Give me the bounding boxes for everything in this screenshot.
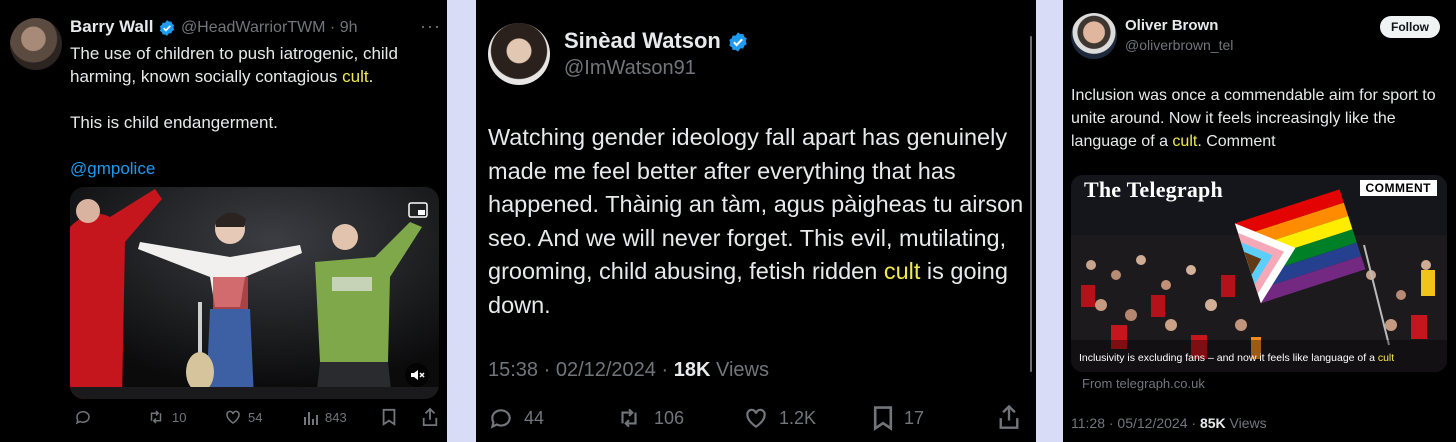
views-label: Views (710, 359, 769, 381)
author-line: Barry Wall @HeadWarriorTWM · 9h (70, 17, 358, 36)
like-icon (226, 410, 240, 424)
tweet-text: Watching gender ideology fall apart has … (488, 124, 1024, 318)
highlighted-word: cult (1172, 133, 1198, 150)
reply-icon (490, 409, 511, 429)
tweet-meta: 15:38 · 02/12/2024 · 18K Views (488, 359, 769, 382)
reply-icon (75, 410, 90, 425)
tweet-timestamp[interactable]: 15:38 · 02/12/2024 · (488, 359, 674, 381)
retweet-button[interactable]: 106 (614, 405, 684, 431)
bookmark-button[interactable]: 17 (872, 405, 924, 431)
scrollbar[interactable] (1030, 36, 1032, 372)
author-handle[interactable]: @oliverbrown_tel (1125, 37, 1233, 53)
bookmark-button[interactable] (381, 408, 397, 426)
reply-button[interactable] (74, 408, 98, 426)
tweet-barry-wall[interactable]: Barry Wall @HeadWarriorTWM · 9h ··· The … (0, 0, 447, 442)
bookmark-icon (873, 406, 893, 431)
picture-in-picture-icon[interactable] (407, 201, 429, 219)
link-card[interactable]: The Telegraph COMMENT Inclusivity is exc… (1071, 175, 1447, 372)
share-button[interactable] (421, 407, 439, 427)
reply-button[interactable]: 44 (488, 405, 544, 431)
card-image (1071, 175, 1447, 372)
verified-badge-icon (160, 19, 175, 36)
retweet-icon (150, 410, 162, 424)
tweet-video[interactable] (70, 187, 439, 399)
tweet-oliver-brown[interactable]: Oliver Brown @oliverbrown_tel Follow Inc… (1063, 0, 1456, 442)
like-icon (746, 408, 766, 428)
card-caption: Inclusivity is excluding fans – and now … (1079, 352, 1395, 364)
tweet-text: Inclusion was once a commendable aim for… (1071, 87, 1436, 150)
tweet-text: The use of children to push iatrogenic, … (70, 44, 398, 178)
views-button[interactable]: 843 (303, 408, 347, 426)
share-icon (422, 407, 438, 426)
video-frame (70, 187, 439, 399)
avatar[interactable] (488, 23, 550, 85)
follow-button[interactable]: Follow (1380, 16, 1440, 38)
card-source[interactable]: From telegraph.co.uk (1082, 376, 1205, 391)
highlighted-word: cult (883, 258, 921, 284)
share-button[interactable] (997, 404, 1021, 430)
author-name[interactable]: Oliver Brown (1125, 17, 1218, 34)
verified-badge-icon (729, 32, 747, 52)
retweet-icon (621, 408, 637, 428)
share-icon (999, 404, 1019, 429)
views-label: Views (1225, 415, 1267, 431)
views-count: 85K (1199, 415, 1226, 431)
more-icon[interactable]: ··· (420, 16, 441, 37)
author-handle[interactable]: @HeadWarriorTWM (181, 19, 326, 36)
tweet-sinead-watson[interactable]: Sinèad Watson @ImWatson91 Watching gende… (476, 0, 1036, 442)
tweet-time[interactable]: 9h (340, 19, 358, 36)
tweet-timestamp[interactable]: 11:28 · 05/12/2024 · (1071, 415, 1200, 431)
bookmark-icon (382, 408, 396, 426)
avatar[interactable] (1071, 13, 1117, 59)
like-button[interactable]: 1.2K (743, 405, 816, 431)
author-name[interactable]: Sinèad Watson (564, 28, 721, 53)
author-line: Sinèad Watson (564, 28, 749, 54)
card-logo: The Telegraph (1084, 177, 1223, 202)
highlighted-word: cult (342, 67, 369, 86)
tweet-meta: 11:28 · 05/12/2024 · 85K Views (1071, 415, 1267, 431)
author-name[interactable]: Barry Wall (70, 17, 153, 36)
author-handle[interactable]: @ImWatson91 (564, 57, 696, 80)
views-count: 18K (673, 359, 711, 381)
views-icon (304, 412, 318, 425)
like-button[interactable]: 54 (224, 408, 262, 426)
card-tag: COMMENT (1359, 180, 1437, 196)
avatar[interactable] (10, 18, 62, 70)
mute-icon[interactable] (405, 363, 429, 387)
retweet-button[interactable]: 10 (146, 408, 186, 426)
mention-link[interactable]: @gmpolice (70, 159, 155, 178)
